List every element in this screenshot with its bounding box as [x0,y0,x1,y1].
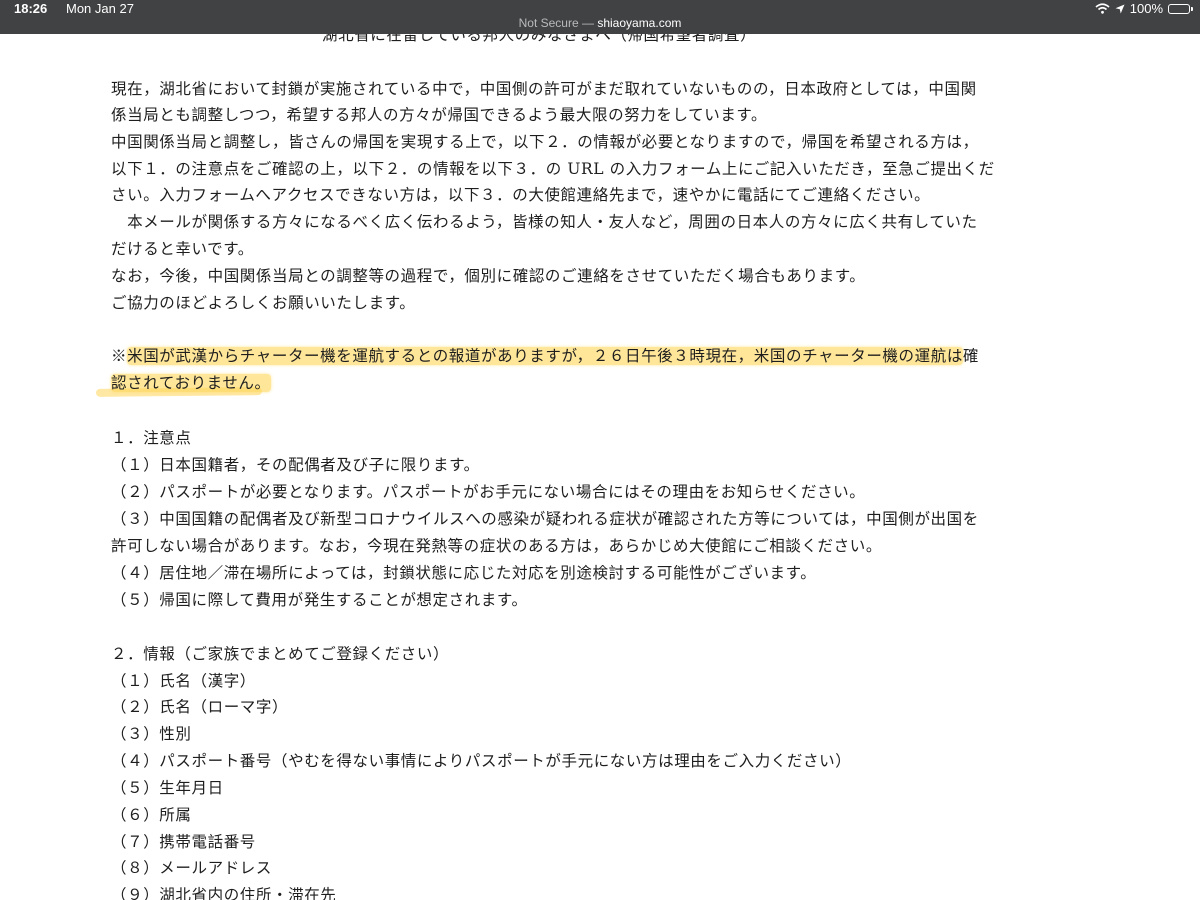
section-2-item: （４）パスポート番号（やむを得ない事情によりパスポートが手元にない方は理由をご入… [111,752,852,770]
section-2-item: （１）氏名（漢字） [111,672,256,690]
intro-line: なお，今後，中国関係当局との調整等の過程で，個別に確認のご連絡をさせていただく場… [111,267,866,285]
status-time: 18:26 [14,1,48,16]
document-page: 湖北省に在留している邦人のみなさまへ（帰国希望者調査） 現在，湖北省において封鎖… [0,0,1200,900]
section-2-item: （９）湖北省内の住所・滞在先 [111,886,337,900]
intro-line: 本メールが関係する方々になるべく広く伝わるよう，皆様の知人・友人など，周囲の日本… [111,213,978,231]
section-2-item: （３）性別 [111,725,192,743]
address-bar[interactable]: Not Secure — shiaoyama.com [0,16,1200,30]
highlighted-text: 認されておりません。 [111,374,271,392]
notice-marker: ※ [111,347,128,365]
section-2-item: （８）メールアドレス [111,859,273,877]
wifi-icon [1095,3,1110,14]
intro-line: 中国関係当局と調整し，皆さんの帰国を実現する上で，以下２．の情報が必要となります… [111,133,979,151]
section-2-title: ２．情報（ご家族でまとめてご登録ください） [111,645,450,663]
status-bar: 18:26 Mon Jan 27 Not Secure — shiaoyama.… [0,0,1200,34]
url-security-label: Not Secure [518,16,579,30]
intro-line: 現在，湖北省において封鎖が実施されている中で，中国側の許可がまだ取れていないもの… [111,80,977,98]
url-domain: shiaoyama.com [597,16,682,30]
section-1-title: １．注意点 [111,429,192,447]
section-2-item: （２）氏名（ローマ字） [111,698,289,716]
section-1-item: 許可しない場合があります。なお，今現在発熱等の症状のある方は，あらかじめ大使館に… [111,537,882,555]
battery-percent: 100% [1129,1,1163,16]
intro-line: だけると幸いです。 [111,240,254,258]
url-separator: — [578,16,598,30]
section-2-item: （５）生年月日 [111,779,224,797]
battery-icon [1168,3,1193,14]
highlighted-text: 米国が武漢からチャーター機を運航するとの報道がありますが，２６日午後３時現在，米… [127,347,963,365]
section-1-item: （３）中国国籍の配偶者及び新型コロナウイルスへの感染が疑われる症状が確認された方… [111,510,979,528]
section-1-item: （１）日本国籍者，その配偶者及び子に限ります。 [111,456,480,474]
status-date: Mon Jan 27 [66,1,134,16]
section-2-item: （６）所属 [111,806,192,824]
section-2-item: （７）携帯電話番号 [111,833,256,851]
section-1-item: （２）パスポートが必要となります。パスポートがお手元にない場合にはその理由をお知… [111,483,866,501]
section-1-item: （４）居住地／滞在場所によっては，封鎖状態に応じた対応を別途検討する可能性がござ… [111,564,817,582]
notice-line: ※米国が武漢からチャーター機を運航するとの報道がありますが，２６日午後３時現在，… [111,345,979,367]
intro-line: ご協力のほどよろしくお願いいたします。 [111,294,416,312]
status-indicators: 100% [1095,1,1193,16]
notice-suffix: 確 [962,347,980,365]
section-1-item: （５）帰国に際して費用が発生することが想定されます。 [111,591,528,609]
location-icon [1115,4,1125,14]
intro-line: 以下１．の注意点をご確認の上，以下２．の情報を以下３．の URL の入力フォーム… [111,160,995,178]
intro-line: 係当局とも調整しつつ，希望する邦人の方々が帰国できるよう最大限の努力をしています… [111,106,768,124]
intro-line: さい。入力フォームへアクセスできない方は，以下３．の大使館連絡先まで，速やかに電… [111,186,931,204]
notice-line: 認されておりません。 [111,372,271,394]
